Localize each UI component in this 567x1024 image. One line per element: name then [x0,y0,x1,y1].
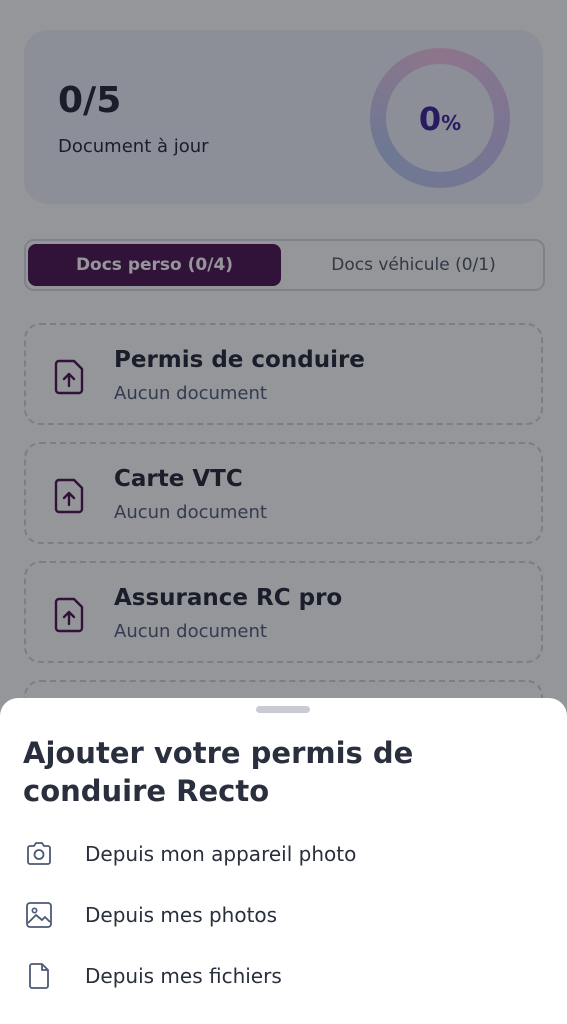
sheet-title: Ajouter votre permis de conduire Recto [23,736,414,808]
sheet-drag-handle[interactable] [256,706,310,713]
camera-icon [24,839,54,869]
option-photos[interactable]: Depuis mes photos [24,895,544,935]
option-files[interactable]: Depuis mes fichiers [24,956,544,996]
option-camera[interactable]: Depuis mon appareil photo [24,834,544,874]
file-icon [24,961,54,991]
option-label: Depuis mes photos [85,903,278,927]
upload-bottom-sheet: Ajouter votre permis de conduire Recto D… [0,698,567,1024]
option-label: Depuis mon appareil photo [85,842,357,866]
image-icon [24,900,54,930]
option-label: Depuis mes fichiers [85,964,282,988]
